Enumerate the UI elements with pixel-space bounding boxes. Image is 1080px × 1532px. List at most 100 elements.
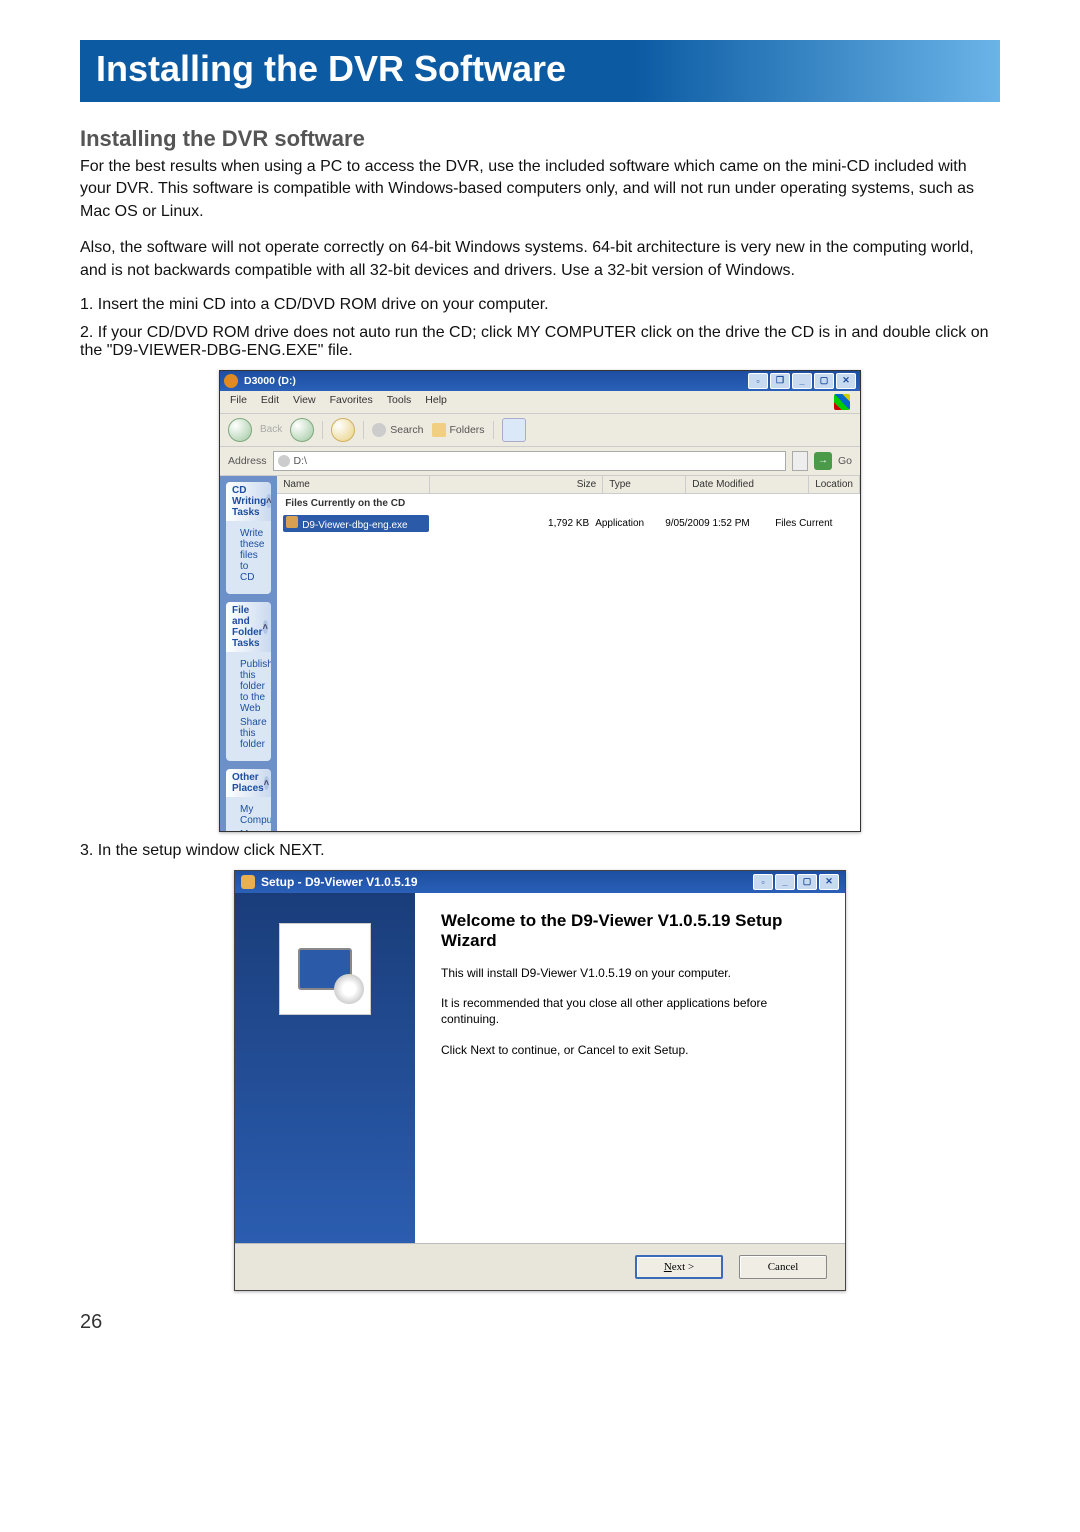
sidebar-item-label: My Documents bbox=[240, 829, 271, 832]
explorer-titlebar: D3000 (D:) ▫ ❐ _ ▢ ✕ bbox=[220, 371, 860, 391]
toolbar-separator bbox=[322, 421, 323, 439]
address-field[interactable]: D:\ bbox=[273, 451, 786, 471]
panel-file-folder: File and Folder Tasks˄ Publish this fold… bbox=[226, 602, 271, 761]
cancel-button[interactable]: Cancel bbox=[739, 1255, 827, 1279]
step-1: 1. Insert the mini CD into a CD/DVD ROM … bbox=[80, 296, 1000, 314]
wizard-text-3: Click Next to continue, or Cancel to exi… bbox=[441, 1042, 819, 1058]
sidebar-item-mydocs[interactable]: My Documents bbox=[234, 829, 263, 832]
sidebar-item-share[interactable]: Share this folder bbox=[234, 717, 263, 750]
explorer-window: D3000 (D:) ▫ ❐ _ ▢ ✕ File Edit View Favo… bbox=[219, 370, 861, 832]
sidebar-item-publish[interactable]: Publish this folder to the Web bbox=[234, 659, 263, 714]
file-name: D9-Viewer-dbg-eng.exe bbox=[283, 515, 429, 532]
close-button[interactable]: ✕ bbox=[836, 373, 856, 389]
file-row[interactable]: D9-Viewer-dbg-eng.exe 1,792 KB Applicati… bbox=[277, 513, 860, 534]
wizard-titlebar: Setup - D9-Viewer V1.0.5.19 ▫ _ ▢ ✕ bbox=[235, 871, 845, 893]
address-value: D:\ bbox=[294, 455, 307, 467]
search-icon bbox=[372, 423, 386, 437]
paragraph-1: For the best results when using a PC to … bbox=[80, 156, 1000, 223]
minimize2-button[interactable]: _ bbox=[792, 373, 812, 389]
col-type[interactable]: Type bbox=[603, 476, 686, 493]
restore-button[interactable]: ❐ bbox=[770, 373, 790, 389]
file-name-text: D9-Viewer-dbg-eng.exe bbox=[302, 520, 407, 531]
file-date: 9/05/2009 1:52 PM bbox=[665, 518, 775, 529]
up-button[interactable] bbox=[331, 418, 355, 442]
go-button[interactable]: → bbox=[814, 452, 832, 470]
folder-icon bbox=[432, 423, 446, 437]
windows-flag-icon bbox=[834, 394, 850, 410]
file-group-label: Files Currently on the CD bbox=[277, 494, 860, 513]
col-date[interactable]: Date Modified bbox=[686, 476, 809, 493]
disc-icon bbox=[224, 374, 238, 388]
setup-wizard-window: Setup - D9-Viewer V1.0.5.19 ▫ _ ▢ ✕ Welc… bbox=[234, 870, 846, 1291]
col-size[interactable]: Size bbox=[430, 476, 603, 493]
wizard-sidebar bbox=[235, 893, 415, 1243]
panel-title: Other Places bbox=[232, 772, 264, 794]
wizard-title: Setup - D9-Viewer V1.0.5.19 bbox=[261, 875, 418, 889]
drive-icon bbox=[278, 455, 290, 467]
next-button[interactable]: Next > bbox=[635, 1255, 723, 1279]
page-banner: Installing the DVR Software bbox=[80, 40, 1000, 102]
step-3: 3. In the setup window click NEXT. bbox=[80, 842, 1000, 860]
file-type: Application bbox=[595, 518, 665, 529]
panel-title: CD Writing Tasks bbox=[232, 485, 266, 518]
explorer-title: D3000 (D:) bbox=[244, 375, 296, 387]
menu-tools[interactable]: Tools bbox=[387, 394, 412, 410]
search-label: Search bbox=[390, 424, 423, 436]
panel-cd-writing: CD Writing Tasks˄ Write these files to C… bbox=[226, 482, 271, 594]
column-headers: Name Size Type Date Modified Location bbox=[277, 476, 860, 494]
section-heading: Installing the DVR software bbox=[80, 126, 1000, 152]
maximize-button[interactable]: ▢ bbox=[797, 874, 817, 890]
explorer-file-pane: Name Size Type Date Modified Location Fi… bbox=[277, 476, 860, 832]
folders-label: Folders bbox=[450, 424, 485, 436]
menu-file[interactable]: File bbox=[230, 394, 247, 410]
file-location: Files Current bbox=[775, 518, 854, 529]
folders-button[interactable]: Folders bbox=[432, 423, 485, 437]
exe-icon bbox=[286, 516, 298, 528]
go-label: Go bbox=[838, 455, 852, 467]
forward-button[interactable] bbox=[290, 418, 314, 442]
sidebar-item-label: Publish this folder to the Web bbox=[240, 659, 271, 714]
toolbar-separator bbox=[363, 421, 364, 439]
wizard-text-1: This will install D9-Viewer V1.0.5.19 on… bbox=[441, 965, 819, 981]
address-label: Address bbox=[228, 455, 267, 467]
wizard-content: Welcome to the D9-Viewer V1.0.5.19 Setup… bbox=[415, 893, 845, 1243]
chevron-up-icon[interactable]: ˄ bbox=[264, 776, 269, 790]
sidebar-item-mycomputer[interactable]: My Computer bbox=[234, 804, 263, 826]
panel-title: File and Folder Tasks bbox=[232, 605, 263, 649]
file-size: 1,792 KB bbox=[429, 518, 595, 529]
explorer-toolbar: Back Search Folders bbox=[220, 414, 860, 447]
pin-button[interactable]: ▫ bbox=[753, 874, 773, 890]
disc-icon bbox=[334, 974, 364, 1004]
panel-other-places: Other Places˄ My Computer My Documents M… bbox=[226, 769, 271, 832]
chevron-up-icon[interactable]: ˄ bbox=[266, 494, 271, 508]
page-number: 26 bbox=[80, 1311, 1000, 1334]
back-button[interactable] bbox=[228, 418, 252, 442]
close-button[interactable]: ✕ bbox=[819, 874, 839, 890]
explorer-addressbar: Address D:\ → Go bbox=[220, 447, 860, 476]
col-location[interactable]: Location bbox=[809, 476, 860, 493]
paragraph-2: Also, the software will not operate corr… bbox=[80, 237, 1000, 282]
sidebar-item-write-cd[interactable]: Write these files to CD bbox=[234, 528, 263, 583]
wizard-text-2: It is recommended that you close all oth… bbox=[441, 995, 819, 1027]
col-name[interactable]: Name bbox=[277, 476, 430, 493]
menu-edit[interactable]: Edit bbox=[261, 394, 279, 410]
maximize-button[interactable]: ▢ bbox=[814, 373, 834, 389]
sidebar-item-label: Share this folder bbox=[240, 717, 267, 750]
search-button[interactable]: Search bbox=[372, 423, 423, 437]
minimize-button[interactable]: ▫ bbox=[748, 373, 768, 389]
back-label: Back bbox=[260, 424, 282, 435]
explorer-menubar: File Edit View Favorites Tools Help bbox=[220, 391, 860, 414]
wizard-art bbox=[279, 923, 371, 1015]
step-2: 2. If your CD/DVD ROM drive does not aut… bbox=[80, 324, 1000, 360]
menu-view[interactable]: View bbox=[293, 394, 316, 410]
menu-help[interactable]: Help bbox=[425, 394, 447, 410]
wizard-heading: Welcome to the D9-Viewer V1.0.5.19 Setup… bbox=[441, 911, 819, 951]
address-dropdown[interactable] bbox=[792, 451, 808, 471]
wizard-footer: Next > Cancel bbox=[235, 1243, 845, 1290]
views-button[interactable] bbox=[502, 418, 526, 442]
menu-favorites[interactable]: Favorites bbox=[330, 394, 373, 410]
chevron-up-icon[interactable]: ˄ bbox=[263, 620, 268, 634]
explorer-sidebar: CD Writing Tasks˄ Write these files to C… bbox=[220, 476, 277, 832]
minimize-button[interactable]: _ bbox=[775, 874, 795, 890]
toolbar-separator bbox=[493, 421, 494, 439]
